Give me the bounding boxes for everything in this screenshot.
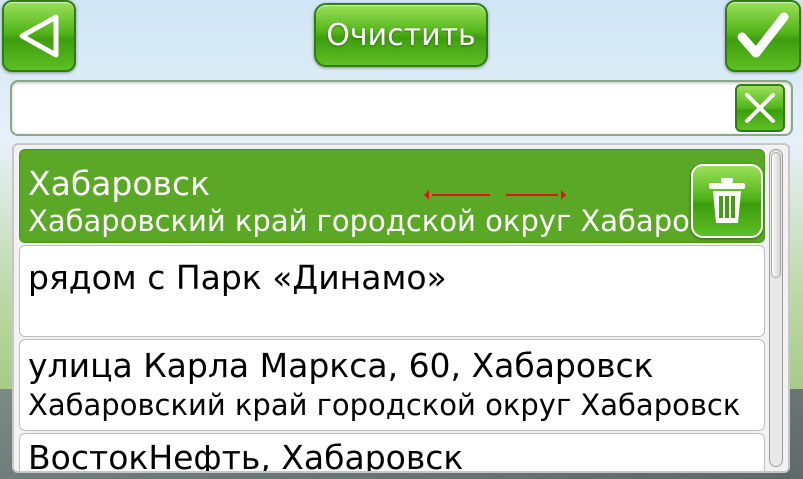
- list-item[interactable]: ВостокНефть, Хабаровск: [19, 433, 765, 473]
- search-field[interactable]: [10, 80, 793, 136]
- list-item-title: ВостокНефть, Хабаровск: [28, 438, 464, 473]
- list-item[interactable]: рядом с Парк «Динамо»: [19, 245, 765, 337]
- swipe-right-arrow-icon: [506, 190, 566, 200]
- list-item-subtitle: Хабаровский край городской округ Хабаров…: [28, 388, 741, 422]
- scrollbar-thumb[interactable]: [771, 152, 781, 278]
- results-list[interactable]: Хабаровск Хабаровский край городской окр…: [12, 143, 790, 473]
- close-x-icon: [745, 93, 775, 123]
- clear-history-label: Очистить: [326, 17, 476, 53]
- list-item[interactable]: Хабаровск Хабаровский край городской окр…: [19, 149, 765, 243]
- list-item-subtitle: Хабаровский край городской округ Хабаров…: [28, 204, 741, 238]
- trash-icon: [709, 178, 745, 223]
- back-button[interactable]: [2, 0, 76, 72]
- swipe-left-arrow-icon: [424, 190, 490, 200]
- clear-input-button[interactable]: [735, 84, 785, 132]
- scrollbar[interactable]: [769, 149, 783, 467]
- confirm-button[interactable]: [725, 0, 801, 72]
- list-item-title: Хабаровск: [28, 164, 211, 203]
- search-input[interactable]: [20, 88, 724, 130]
- clear-history-button[interactable]: Очистить: [314, 3, 488, 67]
- list-item-title: улица Карла Маркса, 60, Хабаровск: [28, 346, 654, 385]
- delete-item-button[interactable]: [691, 164, 763, 238]
- list-item-title: рядом с Парк «Динамо»: [28, 258, 447, 297]
- list-item[interactable]: улица Карла Маркса, 60, Хабаровск Хабаро…: [19, 339, 765, 431]
- triangle-left-icon: [19, 14, 59, 58]
- checkmark-icon: [737, 12, 789, 58]
